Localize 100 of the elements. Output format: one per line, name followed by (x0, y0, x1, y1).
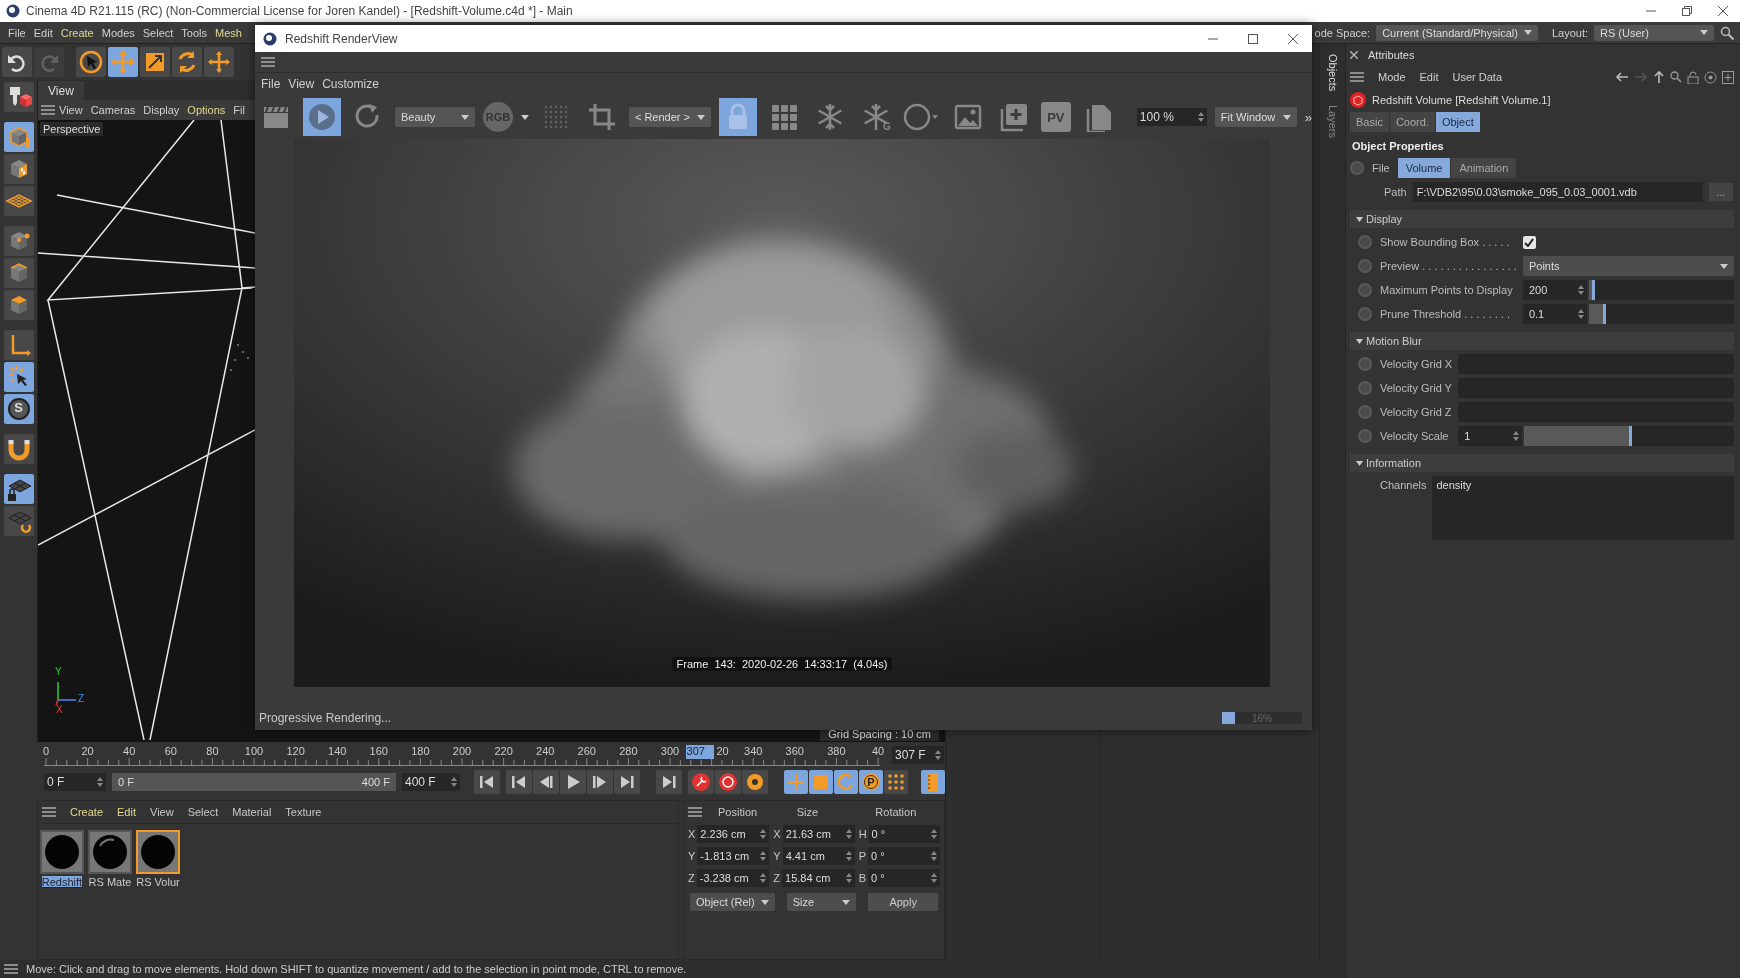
menu-item[interactable]: Edit (117, 806, 136, 818)
toolbar-button[interactable] (3, 330, 34, 360)
playhead[interactable]: 307 (685, 745, 714, 759)
animation-radio[interactable] (1358, 381, 1372, 395)
transport-button[interactable] (533, 770, 559, 794)
checkbox[interactable] (1522, 235, 1536, 249)
dropdown[interactable]: Beauty (395, 107, 475, 127)
toolbar-button[interactable] (3, 226, 34, 256)
transport-button[interactable] (560, 770, 586, 794)
menu-item[interactable]: Select (187, 806, 219, 818)
start-render-button[interactable] (303, 98, 341, 136)
section-header[interactable]: Display (1350, 210, 1734, 228)
key-settings-button[interactable] (742, 770, 768, 794)
autokey-button[interactable] (715, 770, 741, 794)
tab[interactable]: Basic (1350, 112, 1389, 132)
coordinate-field[interactable]: 2.236 cm (697, 825, 770, 843)
menu-item[interactable]: User Data (1452, 71, 1503, 83)
toolbar-button[interactable] (3, 362, 34, 392)
animation-radio[interactable] (1358, 429, 1372, 443)
toolbar-button[interactable] (3, 258, 34, 288)
menu-item[interactable]: Customize (318, 77, 383, 91)
undo-button[interactable] (2, 47, 32, 77)
tab[interactable]: Coord. (1389, 112, 1435, 132)
menu-item[interactable]: View (150, 806, 174, 818)
coordinate-field[interactable]: 0 ° (868, 825, 940, 843)
scale-tool-button[interactable] (140, 47, 170, 77)
dropdown[interactable]: Fit Window (1214, 107, 1297, 127)
size-mode-dropdown[interactable]: Size (786, 893, 857, 911)
end-frame-field[interactable]: 400 F (402, 773, 460, 791)
apply-button[interactable]: Apply (868, 893, 938, 911)
toolbar-button[interactable] (3, 154, 34, 184)
browse-button[interactable]: ... (1709, 183, 1733, 201)
tab[interactable]: Animation (1451, 158, 1517, 178)
layout-dropdown[interactable]: RS (User) (1594, 24, 1714, 41)
key-mode-button[interactable]: P (859, 770, 883, 794)
section-header[interactable]: Information (1350, 454, 1734, 472)
tab[interactable]: Object (1435, 112, 1480, 132)
toolbar-button[interactable] (3, 506, 34, 536)
animation-radio[interactable] (1350, 161, 1364, 175)
menu-item[interactable]: Mesh (211, 26, 246, 39)
timeline-ruler[interactable]: 0 20 40 60 80 100 120 140 160 180 200 220 240 260 280 300 307 20 340 360 380 40 (38, 744, 888, 766)
panel-tab[interactable]: View (38, 81, 84, 100)
menu-item[interactable]: File (257, 77, 285, 91)
coordinate-field[interactable]: 15.84 cm (782, 869, 855, 887)
animation-radio[interactable] (1358, 259, 1372, 273)
select-tool-button[interactable] (76, 47, 106, 77)
menu-item[interactable]: Edit (29, 26, 57, 39)
zoom-field[interactable]: 100 % (1136, 108, 1207, 126)
maximize-button[interactable] (1248, 33, 1258, 44)
node-space-dropdown[interactable]: Current (Standard/Physical) (1376, 24, 1538, 41)
menu-item[interactable]: Cameras (86, 104, 140, 116)
current-frame-field[interactable]: 307 F (892, 746, 944, 764)
rotate-tool-button[interactable] (172, 47, 202, 77)
text-area[interactable]: density (1432, 476, 1734, 540)
menu-item[interactable]: Material (232, 806, 272, 818)
toolbar-button[interactable] (3, 474, 34, 504)
menu-item[interactable]: Options (183, 104, 230, 116)
side-tab[interactable]: Layers (1326, 103, 1339, 141)
last-frame-button[interactable] (656, 770, 682, 794)
animation-radio[interactable] (1358, 283, 1372, 297)
section-header[interactable]: Motion Blur (1350, 332, 1734, 350)
record-button[interactable] (688, 770, 714, 794)
range-slider[interactable]: 0 F 400 F (112, 773, 396, 791)
key-mode-button[interactable] (884, 770, 908, 794)
coordinate-mode-dropdown[interactable]: Object (Rel) (690, 893, 775, 911)
coordinate-field[interactable]: 21.63 cm (782, 825, 855, 843)
toolbar-button[interactable] (3, 290, 34, 320)
restore-button[interactable] (1682, 6, 1692, 16)
menu-item[interactable]: Select (138, 26, 178, 39)
coordinate-field[interactable]: -3.238 cm (696, 869, 770, 887)
side-tab[interactable]: Objects (1326, 52, 1339, 94)
coordinate-field[interactable]: 0 ° (868, 869, 940, 887)
coordinate-field[interactable]: 4.41 cm (782, 847, 855, 865)
dropdown[interactable]: < Render > (628, 107, 711, 127)
path-field[interactable]: F:\VDB2\95\0.03\smoke_095_0.03_0001.vdb (1412, 182, 1703, 202)
menu-item[interactable]: View (55, 104, 87, 116)
slider[interactable] (1588, 304, 1734, 324)
slider[interactable] (1524, 426, 1734, 446)
coordinate-field[interactable]: -1.813 cm (697, 847, 770, 865)
close-button[interactable] (1288, 33, 1298, 44)
start-frame-field[interactable]: 0 F (44, 773, 106, 791)
overflow-button[interactable]: » (1304, 109, 1312, 125)
close-button[interactable] (1718, 6, 1728, 16)
transport-button[interactable] (587, 770, 613, 794)
menu-item[interactable]: File (4, 26, 30, 39)
menu-item[interactable]: Fil (229, 104, 249, 116)
menu-item[interactable]: Tools (177, 26, 212, 39)
toolbar-button[interactable]: S (3, 394, 34, 424)
menu-item[interactable]: Texture (285, 806, 322, 818)
transport-button[interactable] (614, 770, 640, 794)
menu-item[interactable]: Modes (97, 26, 139, 39)
tab[interactable]: Volume (1397, 158, 1451, 178)
toolbar-button[interactable] (3, 122, 34, 152)
number-field[interactable]: 0.1 (1522, 304, 1587, 324)
menu-item[interactable]: View (284, 77, 319, 91)
key-mode-button[interactable] (921, 770, 945, 794)
animation-radio[interactable] (1358, 235, 1372, 249)
menu-item[interactable]: Edit (1419, 71, 1439, 83)
toolbar-button[interactable] (3, 82, 34, 112)
menu-item[interactable]: Mode (1378, 71, 1406, 83)
